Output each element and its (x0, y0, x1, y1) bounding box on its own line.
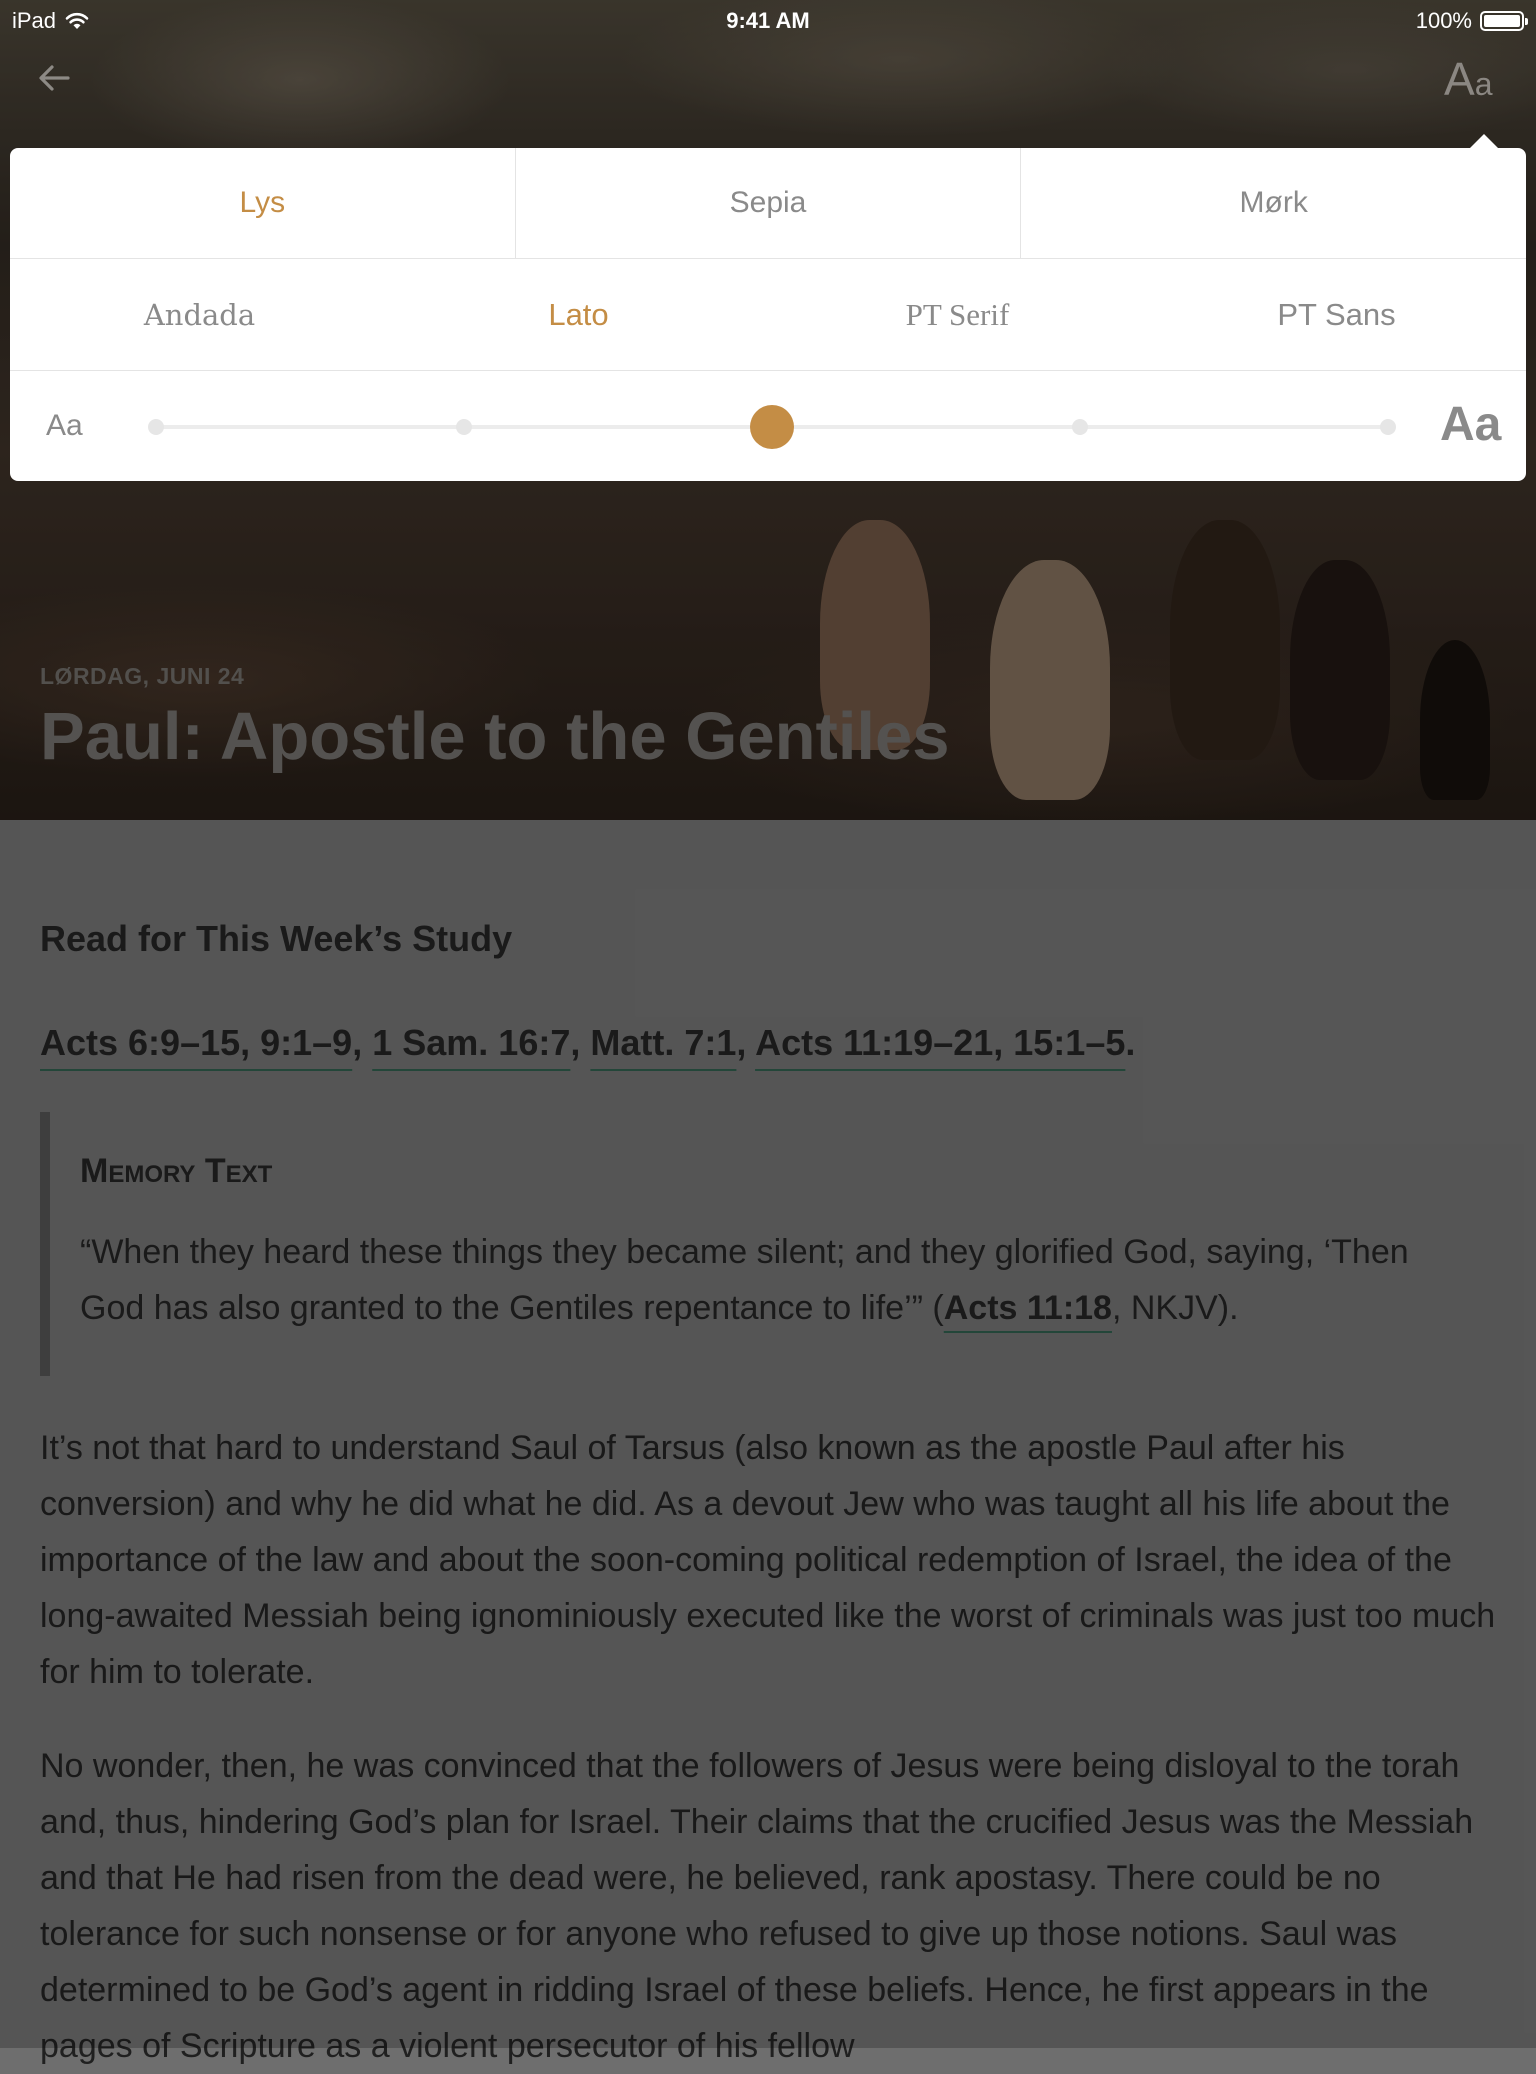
back-arrow-icon[interactable] (34, 58, 74, 98)
font-size-slider-thumb[interactable] (750, 405, 794, 449)
memory-text-version: , NKJV). (1111, 1289, 1239, 1327)
hero-camel (990, 560, 1110, 800)
ref-end: . (1125, 1022, 1136, 1063)
memory-text-block: Memory Text “When they heard these thing… (40, 1112, 1496, 1376)
status-battery: 100% (1415, 8, 1528, 34)
lesson-content[interactable]: Read for This Week’s Study Acts 6:9–15, … (0, 820, 1536, 2065)
font-size-step[interactable] (1072, 419, 1088, 435)
theme-option-light[interactable]: Lys (10, 148, 515, 258)
lesson-date: LØRDAG, JUNI 24 (40, 663, 245, 689)
read-heading: Read for This Week’s Study (40, 918, 513, 959)
font-option-andada[interactable]: Andada (10, 259, 389, 370)
ref-separator: , (570, 1022, 591, 1063)
scripture-link[interactable]: Acts 11:18 (944, 1289, 1112, 1327)
font-size-slider[interactable] (148, 405, 1396, 449)
battery-percent: 100% (1415, 8, 1472, 33)
font-settings-button[interactable]: Aa (1444, 52, 1492, 106)
ref-separator: , (736, 1022, 756, 1063)
reading-settings-popover: Lys Sepia Mørk Andada Lato PT Serif PT S… (10, 134, 1526, 481)
font-size-step[interactable] (1380, 419, 1396, 435)
font-size-step[interactable] (456, 419, 472, 435)
hero-camel (1290, 560, 1390, 780)
font-option-pt-sans[interactable]: PT Sans (1147, 259, 1526, 370)
theme-option-sepia[interactable]: Sepia (514, 148, 1021, 258)
font-size-control: Aa Aa (10, 371, 1526, 481)
lesson-title: Paul: Apostle to the Gentiles (40, 699, 950, 774)
font-settings-icon-big: A (1444, 53, 1475, 105)
font-size-step[interactable] (148, 419, 164, 435)
status-time: 9:41 AM (726, 8, 810, 33)
popover-arrow (1470, 134, 1498, 148)
scripture-link[interactable]: Acts 6:9–15, 9:1–9 (40, 1022, 352, 1063)
font-option-lato[interactable]: Lato (389, 259, 768, 370)
font-size-large-label: Aa (1440, 398, 1502, 451)
font-option-pt-serif[interactable]: PT Serif (768, 259, 1147, 370)
theme-selector: Lys Sepia Mørk (10, 148, 1526, 259)
memory-text-body: “When they heard these things they becam… (80, 1224, 1480, 1336)
ref-separator: , (352, 1022, 373, 1063)
hero-figure (1420, 640, 1490, 800)
status-bar: iPad 9:41 AM 100% (0, 0, 1536, 40)
scripture-link[interactable]: Matt. 7:1 (590, 1022, 736, 1063)
theme-option-dark[interactable]: Mørk (1020, 148, 1526, 258)
font-size-small-label: Aa (46, 409, 83, 442)
body-paragraph: It’s not that hard to understand Saul of… (40, 1429, 1496, 1691)
scripture-link[interactable]: Acts 11:19–21, 15:1–5 (755, 1022, 1125, 1063)
font-settings-icon-small: a (1474, 66, 1493, 102)
font-family-selector: Andada Lato PT Serif PT Sans (10, 259, 1526, 371)
battery-icon (1480, 11, 1528, 31)
scripture-link[interactable]: 1 Sam. 16:7 (372, 1022, 570, 1063)
hero-camel (1170, 520, 1280, 760)
body-paragraph: No wonder, then, he was convinced that t… (40, 1747, 1474, 2065)
memory-text-title: Memory Text (80, 1152, 273, 1190)
reading-references: Acts 6:9–15, 9:1–9, 1 Sam. 16:7, Matt. 7… (40, 1022, 1135, 1064)
